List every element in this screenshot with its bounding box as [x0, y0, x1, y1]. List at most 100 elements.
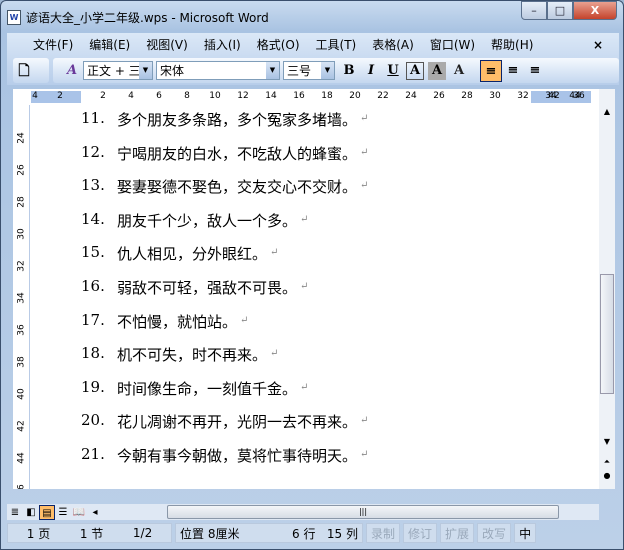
status-overtype[interactable]: 改写	[477, 523, 512, 543]
view-bar: ≣ ◧ ▤ ☰ 📖 ◂ |||	[7, 504, 599, 520]
item-text: 不怕慢，就怕站。	[117, 312, 238, 331]
menu-window[interactable]: 窗口(W)	[422, 36, 483, 53]
status-extend[interactable]: 扩展	[440, 523, 475, 543]
paragraph-mark-icon: ↵	[270, 247, 279, 259]
chevron-down-icon[interactable]: ▼	[266, 62, 279, 79]
scroll-down-arrow-icon[interactable]: ▼	[599, 435, 615, 449]
list-item: 21. 今朝有事今朝做，莫将忙事待明天。 ↵	[81, 445, 368, 466]
maximize-button[interactable]: □	[547, 1, 573, 20]
menu-bar: 文件(F) 编辑(E) 视图(V) 插入(I) 格式(O) 工具(T) 表格(A…	[7, 33, 619, 56]
list-item: 15. 仇人相见，分外眼红。 ↵	[81, 243, 278, 264]
status-position: 位置 8厘米	[180, 526, 240, 541]
horizontal-ruler[interactable]: 4224681012141618202224262830323436384244	[13, 89, 613, 105]
item-text: 仇人相见，分外眼红。	[117, 245, 268, 264]
align-center-button[interactable]: ≡	[502, 60, 524, 82]
vruler-label: 26	[16, 164, 27, 176]
vruler-label: 40	[16, 388, 27, 400]
browse-object-icon[interactable]: ●	[599, 469, 615, 483]
item-text: 花儿凋谢不再开，光阴一去不再来。	[117, 413, 358, 432]
character-shading-button[interactable]: A	[428, 61, 446, 80]
ruler-label: 18	[321, 91, 333, 101]
scroll-up-arrow-icon[interactable]: ▲	[599, 105, 615, 119]
underline-button[interactable]: U	[382, 60, 404, 82]
vruler-label: 38	[16, 356, 27, 368]
status-pages: 1/2	[132, 526, 153, 540]
ruler-label: 10	[209, 91, 221, 101]
ruler-label: 2	[100, 91, 106, 101]
document-area[interactable]: 24 26 28 30 32 34 36 38 40 42 44 46 11. 多个朋友多条路，多个冤家…	[13, 105, 599, 489]
ruler-label: 28	[461, 91, 473, 101]
style-select[interactable]: 正文 + 三号▼	[83, 61, 153, 80]
chevron-down-icon[interactable]: ▼	[321, 62, 334, 79]
outline-view-icon[interactable]: ☰	[55, 505, 71, 520]
minimize-button[interactable]: –	[521, 1, 547, 20]
paragraph-mark-icon: ↵	[360, 415, 369, 427]
vruler-label: 42	[16, 420, 27, 432]
vruler-label: 44	[16, 452, 27, 464]
ruler-label: 26	[433, 91, 445, 101]
item-number: 17.	[81, 310, 105, 329]
item-text: 时间像生命，一刻值千金。	[117, 379, 298, 398]
styles-icon[interactable]: A	[61, 60, 83, 82]
close-document-button[interactable]: ×	[585, 38, 611, 52]
ruler-label: 6	[156, 91, 162, 101]
vertical-scrollbar[interactable]: ▲ ▼ ⏶ ●	[599, 89, 615, 489]
vruler-label: 32	[16, 260, 27, 272]
list-item: 19. 时间像生命，一刻值千金。 ↵	[81, 378, 308, 399]
chevron-down-icon[interactable]: ▼	[139, 62, 152, 79]
list-item: 16. 弱敌不可轻，强敌不可畏。 ↵	[81, 277, 308, 298]
horizontal-scrollbar[interactable]: |||	[167, 505, 559, 519]
item-text: 机不可失，时不再来。	[117, 346, 268, 365]
menu-table[interactable]: 表格(A)	[364, 36, 422, 53]
item-number: 11.	[81, 109, 105, 127]
style-value: 正文 + 三号	[87, 64, 141, 78]
status-section: 1 节	[79, 526, 104, 541]
align-right-button[interactable]: ≡	[524, 60, 546, 82]
ruler-label: 4	[32, 91, 38, 101]
list-item: 12. 宁喝朋友的白水，不吃敌人的蜂蜜。 ↵	[81, 143, 368, 164]
ruler-label: 20	[349, 91, 361, 101]
status-bar: 1 页 1 节 1/2 位置 8厘米 6 行 15 列 录制 修订 扩展 改写 …	[7, 523, 615, 545]
close-button[interactable]: X	[573, 1, 617, 20]
web-view-icon[interactable]: ◧	[23, 505, 39, 520]
menu-insert[interactable]: 插入(I)	[196, 36, 249, 53]
vruler-label: 28	[16, 196, 27, 208]
menu-tools[interactable]: 工具(T)	[308, 36, 365, 53]
previous-page-icon[interactable]: ⏶	[599, 455, 615, 469]
font-select[interactable]: 宋体 ▼	[156, 61, 280, 80]
word-window: W 谚语大全_小学二年级.wps - Microsoft Word – □ X …	[0, 0, 624, 550]
character-border-button[interactable]: A	[406, 61, 424, 80]
new-document-icon[interactable]: 🗋	[13, 60, 35, 82]
ruler-label: 30	[489, 91, 501, 101]
normal-view-icon[interactable]: ≣	[7, 505, 23, 520]
align-justify-button[interactable]: ≡	[480, 59, 502, 82]
scroll-left-arrow-icon[interactable]: ◂	[87, 505, 103, 520]
font-color-button[interactable]: A	[448, 60, 470, 82]
size-select[interactable]: 三号 ▼	[283, 61, 335, 80]
page-view-icon[interactable]: ▤	[39, 504, 55, 520]
vruler-label: 24	[16, 132, 27, 144]
item-text: 宁喝朋友的白水，不吃敌人的蜂蜜。	[117, 144, 358, 163]
scroll-thumb[interactable]	[600, 274, 614, 394]
item-number: 14.	[81, 209, 105, 228]
menu-file[interactable]: 文件(F)	[25, 36, 81, 53]
bold-button[interactable]: B	[338, 60, 360, 82]
ruler-label: 42	[548, 91, 560, 101]
status-page: 1 页	[26, 526, 51, 541]
window-title: 谚语大全_小学二年级.wps - Microsoft Word	[26, 10, 269, 25]
item-number: 15.	[81, 243, 105, 262]
status-record[interactable]: 录制	[366, 523, 401, 543]
status-language: 中	[514, 523, 537, 543]
menu-view[interactable]: 视图(V)	[138, 36, 196, 53]
paragraph-mark-icon: ↵	[240, 314, 249, 326]
italic-button[interactable]: I	[360, 60, 382, 82]
ruler-label: 2	[57, 91, 63, 101]
menu-format[interactable]: 格式(O)	[249, 36, 308, 53]
formatting-toolbar: A 正文 + 三号▼ 宋体▼ 三号▼ B I U A A A ≡ ≡ ≡	[53, 58, 619, 83]
list-item: 13. 娶妻娶德不娶色，交友交心不交财。 ↵	[81, 176, 368, 197]
reading-view-icon[interactable]: 📖	[71, 505, 87, 520]
status-track-changes[interactable]: 修订	[403, 523, 438, 543]
menu-help[interactable]: 帮助(H)	[483, 36, 541, 53]
list-item: 14. 朋友千个少，敌人一个多。 ↵	[81, 210, 308, 231]
menu-edit[interactable]: 编辑(E)	[81, 36, 138, 53]
